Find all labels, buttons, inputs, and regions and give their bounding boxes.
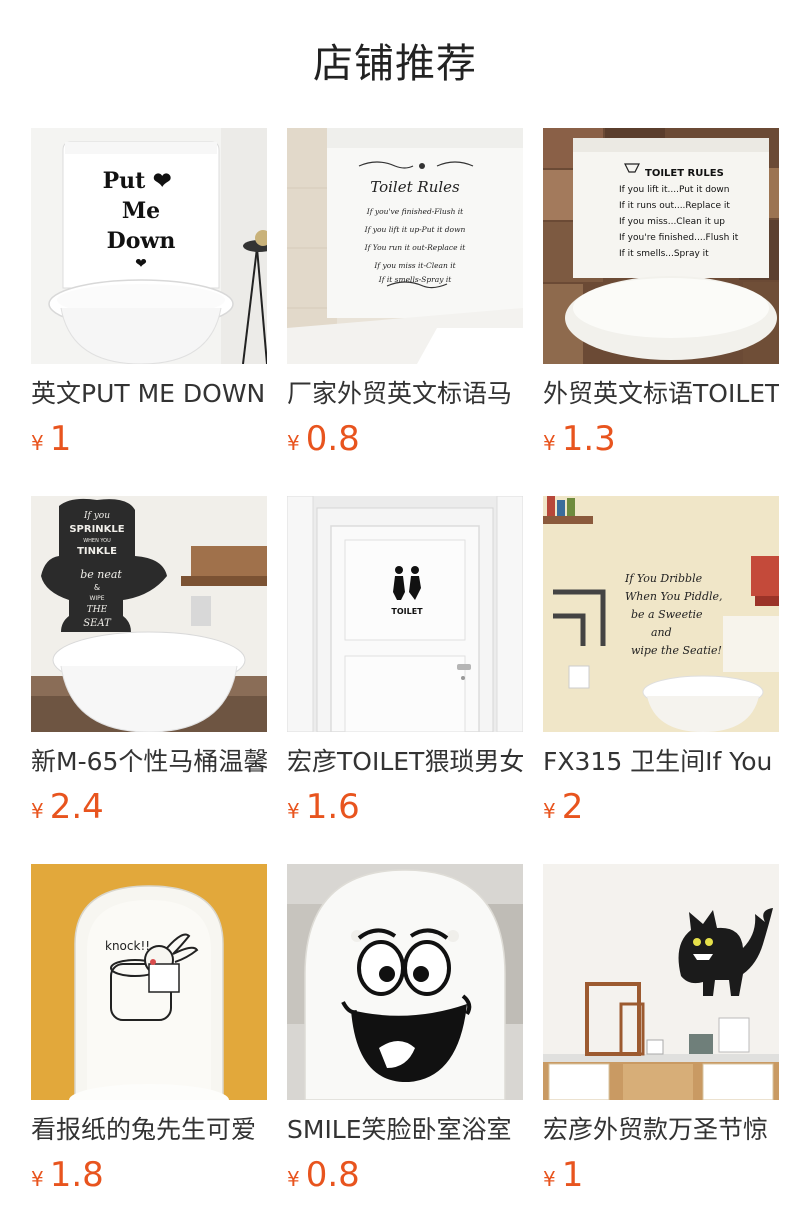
product-card[interactable]: TOILET 宏彦TOILET猥琐男女 ¥1.6 (287, 496, 523, 864)
sticker-line: ❤ (135, 256, 147, 272)
product-price: ¥1.3 (543, 419, 779, 459)
product-name[interactable]: SMILE笑脸卧室浴室 (287, 1113, 523, 1147)
sticker-line: SEAT (83, 618, 112, 629)
sticker-line: Toilet Rules (370, 178, 460, 196)
product-grid: Put ❤ Me Down ❤ 英文PUT ME DOWN ¥1 Toilet … (31, 128, 779, 1232)
product-image[interactable]: Toilet Rules If you've finished-Flush it… (287, 128, 523, 364)
currency-symbol: ¥ (543, 431, 556, 455)
currency-symbol: ¥ (287, 1167, 300, 1191)
sticker-line: If you miss...Clean it up (619, 217, 725, 227)
sticker-line: If you lift it up-Put it down (364, 225, 466, 234)
product-card[interactable]: Put ❤ Me Down ❤ 英文PUT ME DOWN ¥1 (31, 128, 267, 496)
currency-symbol: ¥ (543, 799, 556, 823)
product-name[interactable]: 英文PUT ME DOWN (31, 377, 267, 411)
smile-face-lid-sticker-image (287, 864, 523, 1100)
sticker-line: If it runs out....Replace it (619, 201, 730, 211)
price-amount: 0.8 (305, 419, 360, 459)
black-cat-wall-sticker-image (543, 864, 779, 1100)
knock-rabbit-lid-sticker-image: knock!! (31, 864, 267, 1100)
sticker-line: If it smells-Spray it (378, 275, 453, 284)
sticker-line: If it smells...Spray it (619, 249, 709, 259)
currency-symbol: ¥ (31, 431, 44, 455)
product-image[interactable]: knock!! (31, 864, 267, 1100)
price-amount: 2.4 (49, 787, 104, 827)
sprinkle-wall-sticker-image: If you SPRINKLE WHEN YOU TINKLE be neat … (31, 496, 267, 732)
product-price: ¥2 (543, 787, 779, 827)
currency-symbol: ¥ (287, 799, 300, 823)
sticker-line: If You Dribble (624, 572, 703, 585)
product-price: ¥2.4 (31, 787, 267, 827)
recommend-page: 店铺推荐 Put ❤ Me Down ❤ 英文PUT ME DOWN ¥ 1 T… (0, 0, 790, 1232)
if-you-dribble-sticker-image: If You Dribble When You Piddle, be a Swe… (543, 496, 779, 732)
sticker-line: If You run it out-Replace it (364, 243, 467, 252)
sticker-line: If you're finished....Flush it (619, 233, 739, 243)
product-price: ¥0.8 (287, 419, 523, 459)
price-amount: 0.8 (305, 1155, 360, 1195)
sticker-line: & (94, 583, 100, 592)
sticker-line: If you miss it-Clean it (373, 261, 456, 270)
sticker-line: and (651, 626, 672, 639)
product-image[interactable]: If you SPRINKLE WHEN YOU TINKLE be neat … (31, 496, 267, 732)
sticker-line: If you (83, 511, 110, 521)
product-card[interactable]: If you SPRINKLE WHEN YOU TINKLE be neat … (31, 496, 267, 864)
sticker-line: wipe the Seatie! (631, 644, 722, 657)
product-card[interactable]: SMILE笑脸卧室浴室 ¥0.8 (287, 864, 523, 1232)
product-name[interactable]: 宏彦外贸款万圣节惊 (543, 1113, 779, 1147)
toilet-rules-tank-sticker-image: TOILET RULES If you lift it....Put it do… (543, 128, 779, 364)
sticker-line: THE (87, 605, 108, 615)
sticker-line: Me (122, 198, 160, 224)
product-card[interactable]: Toilet Rules If you've finished-Flush it… (287, 128, 523, 496)
sticker-line: TINKLE (77, 546, 117, 557)
currency-symbol: ¥ (31, 1167, 44, 1191)
sticker-line: If you've finished-Flush it (366, 207, 464, 216)
sticker-line: TOILET (391, 607, 423, 616)
currency-symbol: ¥ (31, 799, 44, 823)
sticker-line: TOILET RULES (645, 168, 724, 179)
toilet-door-sign-image: TOILET (287, 496, 523, 732)
sticker-line: be a Sweetie (631, 608, 703, 621)
product-image[interactable] (287, 864, 523, 1100)
section-title: 店铺推荐 (313, 41, 477, 87)
product-card[interactable]: TOILET RULES If you lift it....Put it do… (543, 128, 779, 496)
product-name[interactable]: 新M-65个性马桶温馨 (31, 745, 267, 779)
sticker-line: WIPE (89, 595, 104, 602)
product-price: ¥1.6 (287, 787, 523, 827)
price-amount: 1 (561, 1155, 584, 1195)
price-amount: 1 (49, 419, 72, 459)
product-image[interactable]: Put ❤ Me Down ❤ (31, 128, 267, 364)
sticker-line: WHEN YOU (83, 538, 111, 544)
product-price: ¥0.8 (287, 1155, 523, 1195)
sticker-line: SPRINKLE (69, 524, 124, 535)
product-name[interactable]: 宏彦TOILET猥琐男女 (287, 745, 523, 779)
product-price: ¥1 (31, 419, 267, 459)
product-card[interactable]: If You Dribble When You Piddle, be a Swe… (543, 496, 779, 864)
product-price: ¥1.8 (31, 1155, 267, 1195)
sticker-line: knock!! (105, 939, 150, 953)
product-card[interactable]: knock!! 看报纸的兔先生可爱 ¥1.8 (31, 864, 267, 1232)
price-amount: 2 (561, 787, 584, 827)
product-card[interactable]: 宏彦外贸款万圣节惊 ¥1 (543, 864, 779, 1232)
product-image[interactable]: TOILET (287, 496, 523, 732)
price-amount: 1.3 (561, 419, 616, 459)
sticker-line: be neat (80, 568, 122, 581)
product-name[interactable]: FX315 卫生间If You (543, 745, 779, 779)
price-amount: 1.6 (305, 787, 360, 827)
toilet-sticker-put-me-down-image: Put ❤ Me Down ❤ (31, 128, 267, 364)
sticker-line: When You Piddle, (625, 590, 723, 603)
product-image[interactable]: If You Dribble When You Piddle, be a Swe… (543, 496, 779, 732)
product-name[interactable]: 外贸英文标语TOILET (543, 377, 779, 411)
product-image[interactable] (543, 864, 779, 1100)
sticker-line: If you lift it....Put it down (619, 185, 730, 195)
product-price: ¥1 (543, 1155, 779, 1195)
currency-symbol: ¥ (543, 1167, 556, 1191)
product-image[interactable]: TOILET RULES If you lift it....Put it do… (543, 128, 779, 364)
sticker-line: Down (107, 228, 176, 254)
currency-symbol: ¥ (287, 431, 300, 455)
product-name[interactable]: 厂家外贸英文标语马 (287, 377, 523, 411)
price-amount: 1.8 (49, 1155, 104, 1195)
sticker-line: Put ❤ (103, 168, 172, 194)
toilet-rules-sticker-image: Toilet Rules If you've finished-Flush it… (287, 128, 523, 364)
product-name[interactable]: 看报纸的兔先生可爱 (31, 1113, 267, 1147)
